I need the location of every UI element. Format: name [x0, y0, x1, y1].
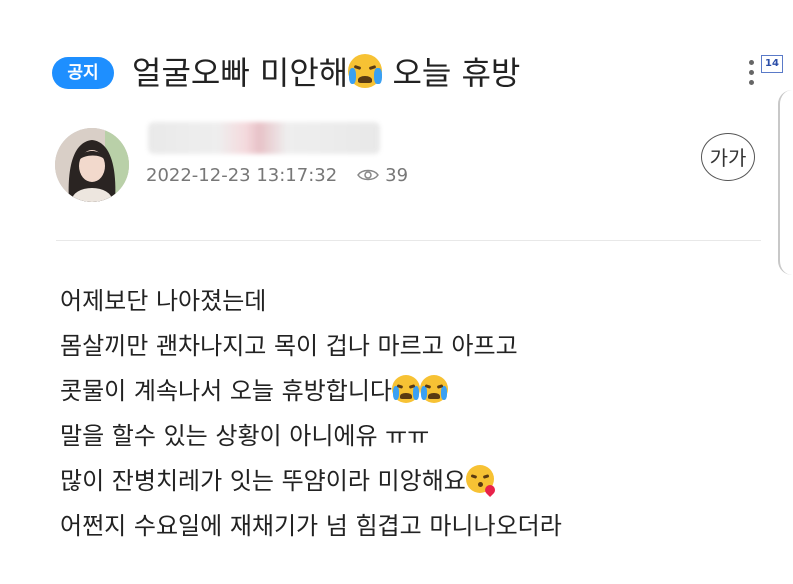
- side-panel-edge[interactable]: [778, 90, 793, 275]
- post-title: 얼굴오빠 미안해 오늘 휴방: [132, 49, 520, 97]
- content-line-4: 말을 할수 있는 상황이 아니에유 ㅠㅠ: [60, 422, 430, 450]
- avatar-image: [55, 128, 129, 202]
- notice-badge: 공지: [52, 57, 114, 89]
- post-title-suffix: 오늘 휴방: [392, 54, 521, 92]
- content-line-3-text: 콧물이 계속나서 오늘 휴방합니다: [60, 377, 393, 405]
- crying-face-icon: [392, 375, 421, 403]
- content-line-2: 몸살끼만 괜차나지고 목이 겁나 마르고 아프고: [60, 332, 518, 360]
- view-count-value: 39: [385, 165, 409, 186]
- post-content: 어제보단 나아졌는데 몸살끼만 괜차나지고 목이 겁나 마르고 아프고 콧물이 …: [60, 279, 562, 549]
- more-options-icon[interactable]: [749, 60, 755, 88]
- eye-icon: [357, 169, 380, 180]
- post-date: 2022-12-23 13:17:32: [146, 165, 338, 186]
- content-line-6: 어쩐지 수요일에 재채기가 넘 힘겹고 마니나오더라: [60, 512, 562, 540]
- font-size-button[interactable]: 가가: [701, 133, 755, 181]
- author-name-blurred[interactable]: [148, 122, 380, 154]
- content-line-3: 콧물이 계속나서 오늘 휴방합니다: [60, 369, 562, 414]
- post-meta: 2022-12-23 13:17:32 39: [146, 162, 408, 190]
- content-line-5-text: 많이 잔병치레가 잇는 뚜얌이라 미앙해요: [60, 467, 466, 495]
- crying-face-icon: [420, 375, 449, 403]
- crying-face-icon: [348, 54, 383, 88]
- view-count: 39: [357, 165, 408, 186]
- divider: [56, 240, 761, 241]
- side-page-badge[interactable]: 14: [761, 55, 783, 73]
- post-title-text: 얼굴오빠 미안해: [132, 54, 349, 92]
- kiss-face-icon: [465, 465, 498, 497]
- avatar[interactable]: [55, 128, 129, 202]
- content-line-5: 많이 잔병치레가 잇는 뚜얌이라 미앙해요: [60, 459, 562, 504]
- content-line-1: 어제보단 나아졌는데: [60, 287, 267, 315]
